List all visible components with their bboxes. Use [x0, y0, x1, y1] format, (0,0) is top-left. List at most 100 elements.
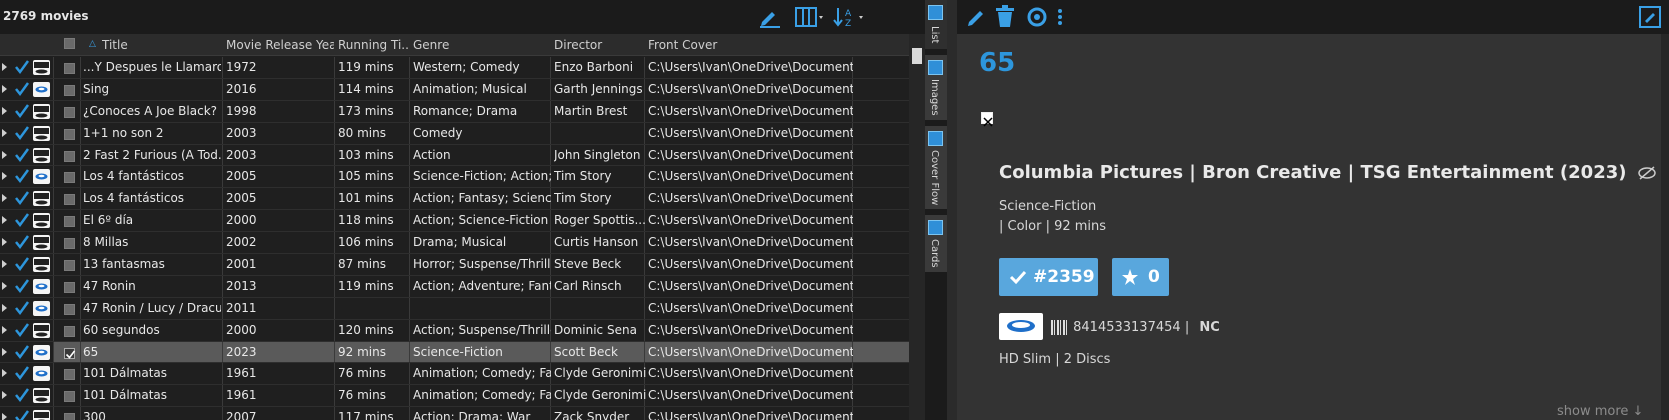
- expand-arrow-icon[interactable]: [2, 347, 7, 356]
- row-checkbox[interactable]: [64, 63, 75, 74]
- table-row[interactable]: 47 Ronin / Lucy / Dracu... 2011 C:\Users\I…: [0, 297, 909, 320]
- owned-check-icon: [15, 82, 30, 96]
- row-checkbox[interactable]: [64, 391, 75, 403]
- expand-arrow-icon[interactable]: [2, 106, 7, 115]
- row-checkbox[interactable]: [64, 150, 75, 162]
- svg-text:A: A: [845, 9, 852, 19]
- list-scrollbar[interactable]: [909, 34, 925, 420]
- expand-arrow-icon[interactable]: [2, 150, 7, 159]
- expand-arrow-icon[interactable]: [2, 63, 7, 71]
- table-row[interactable]: 101 Dálmatas 1961 76 mins Animation; Comedy…: [0, 385, 909, 408]
- column-divider: [222, 210, 223, 232]
- row-checkbox[interactable]: [64, 106, 75, 118]
- edit-icon[interactable]: [965, 6, 989, 28]
- tab-images[interactable]: Images: [925, 55, 947, 121]
- index-badge[interactable]: #2359: [999, 258, 1098, 296]
- rating-code: NC: [1199, 320, 1220, 335]
- column-divider: [80, 188, 81, 210]
- column-divider: [80, 57, 81, 78]
- row-checkbox[interactable]: [64, 194, 75, 206]
- row-checkbox[interactable]: [64, 369, 75, 381]
- expand-arrow-icon[interactable]: [2, 325, 7, 334]
- table-row[interactable]: 47 Ronin 2013 119 mins Action; Adventure; F…: [0, 275, 909, 298]
- table-row[interactable]: 2 Fast 2 Furious (A Tod... 2003 103 mins Ac…: [0, 144, 909, 167]
- cell-cover: C:\Users\Ivan\OneDrive\Document...: [648, 410, 853, 420]
- expand-arrow-icon[interactable]: [2, 216, 7, 225]
- row-checkbox[interactable]: [64, 128, 75, 140]
- owned-check-icon: [15, 366, 30, 381]
- row-checkbox[interactable]: [64, 84, 75, 96]
- show-more-link[interactable]: show more ↓: [1557, 404, 1643, 419]
- columns-icon[interactable]: [794, 6, 826, 28]
- table-row[interactable]: 13 fantasmas 2001 87 mins Horror; Suspense/…: [0, 254, 909, 276]
- column-header-genre[interactable]: Genre: [413, 38, 548, 52]
- column-divider: [334, 341, 335, 363]
- expand-arrow-icon[interactable]: [2, 238, 7, 247]
- list-toolbar: 2769 movies A Z: [0, 0, 925, 34]
- table-row[interactable]: 101 Dálmatas 1961 76 mins Animation; Comedy…: [0, 363, 909, 386]
- expand-arrow-icon[interactable]: [2, 84, 7, 93]
- table-row[interactable]: 8 Millas 2002 106 mins Drama; Musical Curtis…: [0, 232, 909, 255]
- row-checkbox[interactable]: [64, 303, 75, 315]
- column-header-title[interactable]: Title: [102, 38, 220, 52]
- delete-icon[interactable]: [994, 5, 1016, 29]
- expand-arrow-icon[interactable]: [2, 194, 7, 203]
- row-checkbox[interactable]: [64, 172, 75, 184]
- select-all-checkbox[interactable]: [64, 38, 75, 49]
- column-header-year[interactable]: Movie Release Year: [226, 38, 334, 52]
- table-row[interactable]: ¿Conoces A Joe Black? 1998 173 mins Romance…: [0, 100, 909, 123]
- cell-director: John Singleton: [554, 147, 641, 162]
- cell-cover: C:\Users\Ivan\OneDrive\Document...: [648, 300, 853, 315]
- row-checkbox[interactable]: [64, 260, 75, 272]
- cell-cover: C:\Users\Ivan\OneDrive\Document...: [648, 60, 853, 74]
- tab-cards[interactable]: Cards: [925, 215, 947, 273]
- refresh-icon[interactable]: [1025, 5, 1049, 29]
- expand-arrow-icon[interactable]: [2, 128, 7, 137]
- check-icon: [1009, 270, 1027, 285]
- expand-arrow-icon[interactable]: [2, 369, 7, 378]
- cell-genre: Animation; Comedy; Fa...: [413, 366, 551, 381]
- cell-runtime: 173 mins: [338, 103, 394, 118]
- expand-arrow-icon[interactable]: [2, 391, 7, 400]
- table-row[interactable]: ...Y Despues le Llamaro... 1972 119 mins We…: [0, 57, 909, 79]
- row-checkbox[interactable]: [64, 413, 75, 420]
- row-checkbox[interactable]: [64, 281, 75, 293]
- column-divider: [80, 122, 81, 144]
- column-header-director[interactable]: Director: [554, 38, 644, 52]
- table-row[interactable]: 1+1 no son 2 2003 80 mins Comedy C:\Users\Iv…: [0, 122, 909, 145]
- edit-template-icon[interactable]: [1639, 6, 1661, 28]
- row-checkbox[interactable]: [64, 347, 76, 359]
- table-row[interactable]: Sing 2016 114 mins Animation; Musical Garth …: [0, 78, 909, 101]
- expand-arrow-icon[interactable]: [2, 303, 7, 312]
- row-checkbox[interactable]: [64, 325, 75, 337]
- edit-list-icon[interactable]: [758, 6, 782, 28]
- expand-arrow-icon[interactable]: [2, 413, 7, 420]
- expand-arrow-icon[interactable]: [2, 281, 7, 290]
- row-checkbox[interactable]: [64, 216, 75, 228]
- sort-icon[interactable]: A Z: [832, 6, 866, 28]
- owned-check-icon: [15, 169, 30, 184]
- rating-badge[interactable]: 0: [1112, 258, 1169, 296]
- table-row[interactable]: 300 2007 117 mins Action; Drama; War Zack Sn…: [0, 407, 909, 420]
- table-row[interactable]: 60 segundos 2000 120 mins Action; Suspense/…: [0, 319, 909, 342]
- cell-director: Clyde Geronimi: [554, 388, 646, 403]
- tab-cover-flow[interactable]: Cover Flow: [925, 126, 947, 210]
- column-divider: [53, 78, 54, 100]
- table-row[interactable]: El 6º día 2000 118 mins Action; Science-Fic…: [0, 210, 909, 233]
- table-row[interactable]: 65 2023 92 mins Science-Fiction Scott Beck C:…: [0, 341, 909, 364]
- column-divider: [53, 275, 54, 297]
- column-header-front-cover[interactable]: Front Cover: [648, 38, 848, 52]
- expand-arrow-icon[interactable]: [2, 172, 7, 181]
- cell-year: 1961: [226, 366, 257, 381]
- cell-year: 2000: [226, 322, 257, 337]
- expand-arrow-icon[interactable]: [2, 260, 7, 269]
- tab-list[interactable]: List: [925, 0, 947, 50]
- table-row[interactable]: Los 4 fantásticos 2005 105 mins Science-Fic…: [0, 166, 909, 189]
- detail-scrollbar[interactable]: [1661, 34, 1669, 420]
- table-row[interactable]: Los 4 fantásticos 2005 101 mins Action; Fan…: [0, 188, 909, 211]
- index-number: #2359: [1033, 267, 1095, 287]
- column-header-runtime[interactable]: Running Ti...: [338, 38, 408, 52]
- row-checkbox[interactable]: [64, 238, 75, 250]
- scrollbar-thumb[interactable]: [912, 48, 922, 64]
- more-options-icon[interactable]: [1057, 9, 1063, 25]
